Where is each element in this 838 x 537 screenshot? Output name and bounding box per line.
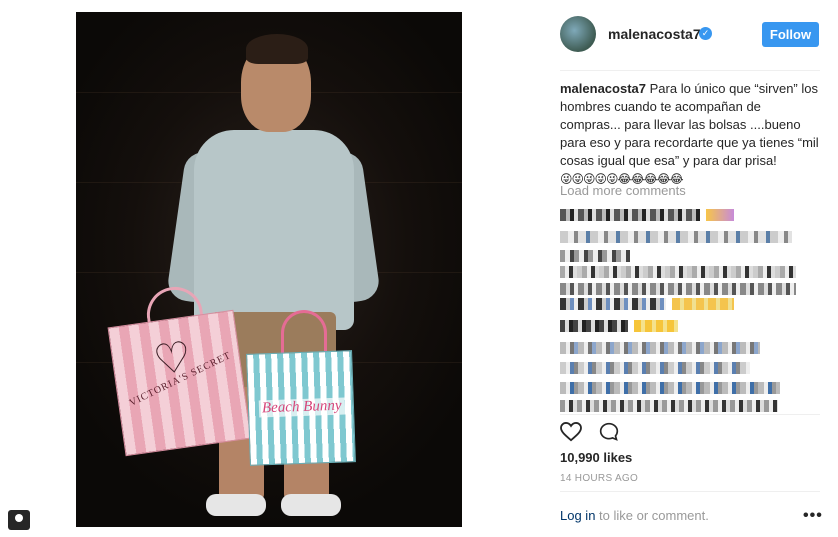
figure-left-shoe xyxy=(206,494,266,516)
blurred-comment xyxy=(560,400,780,412)
login-prompt: Log in to like or comment. xyxy=(560,508,709,523)
blue-bag-brand: Beach Bunny xyxy=(258,397,345,418)
pink-shopping-bag: ♡ VICTORIA'S SECRET xyxy=(107,309,252,457)
figure-hair xyxy=(246,34,308,64)
striped-shopping-bag: Beach Bunny xyxy=(246,350,356,466)
blurred-comment xyxy=(560,250,632,262)
blurred-comment xyxy=(560,266,798,278)
comment-bubble-icon[interactable] xyxy=(598,422,620,442)
divider xyxy=(560,414,820,415)
load-more-comments[interactable]: Load more comments xyxy=(560,183,686,198)
login-link[interactable]: Log in xyxy=(560,508,595,523)
heart-icon[interactable] xyxy=(560,422,582,442)
blurred-comment xyxy=(560,231,794,243)
more-options-button[interactable]: ••• xyxy=(803,507,823,525)
blurred-comment xyxy=(560,382,782,394)
figure-shirt xyxy=(194,130,354,330)
avatar[interactable] xyxy=(560,16,596,52)
login-prompt-text: to like or comment. xyxy=(595,508,709,523)
post-caption: malenacosta7 Para lo único que “sirven” … xyxy=(560,80,820,188)
post-timestamp[interactable]: 14 HOURS AGO xyxy=(560,473,638,484)
follow-button[interactable]: Follow xyxy=(762,22,819,47)
blurred-comment xyxy=(560,298,736,310)
blurred-comment xyxy=(560,362,752,374)
divider xyxy=(560,70,820,71)
tagged-user-icon[interactable] xyxy=(8,510,30,530)
figure-right-shoe xyxy=(281,494,341,516)
verified-badge-icon: ✓ xyxy=(699,27,712,40)
post-header: malenacosta7 ✓ Follow xyxy=(560,16,820,56)
divider xyxy=(560,491,820,492)
blurred-comment xyxy=(560,320,680,332)
likes-count[interactable]: 10,990 likes xyxy=(560,450,632,465)
blurred-comment xyxy=(560,283,798,295)
caption-username[interactable]: malenacosta7 xyxy=(560,81,646,96)
username-link[interactable]: malenacosta7 xyxy=(608,26,701,42)
post-photo[interactable]: ♡ VICTORIA'S SECRET Beach Bunny xyxy=(76,12,462,527)
blurred-comment xyxy=(560,209,736,221)
blurred-comment xyxy=(560,342,762,354)
